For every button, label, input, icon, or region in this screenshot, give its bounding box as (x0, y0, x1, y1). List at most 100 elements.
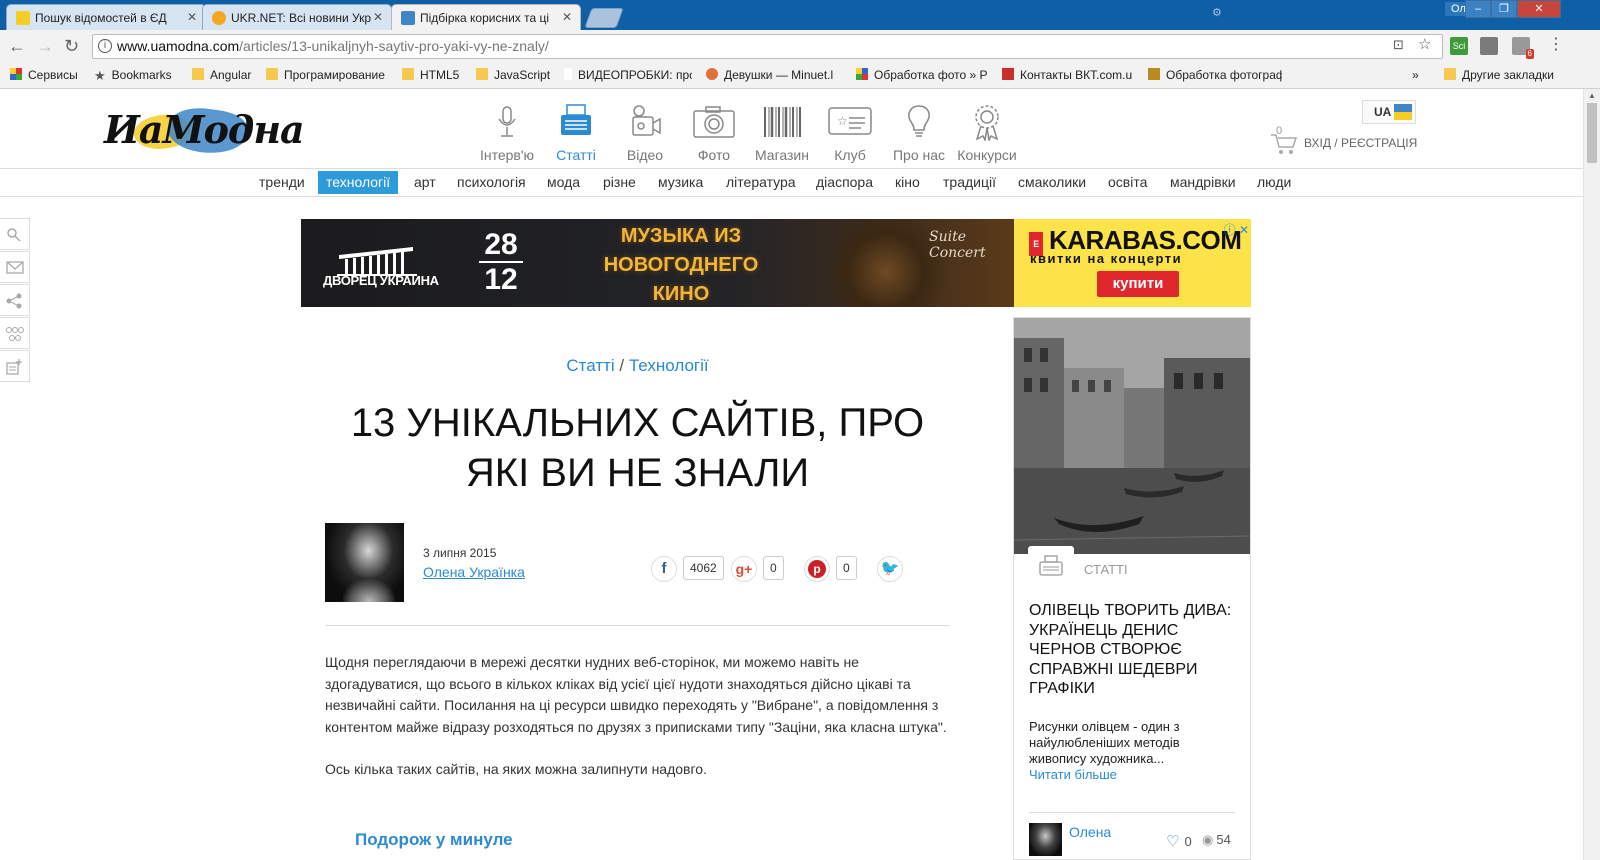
reload-icon[interactable]: ↻ (64, 36, 79, 57)
close-tab-icon[interactable]: ✕ (187, 10, 197, 24)
menu-item-photo[interactable]: Фото (679, 103, 749, 163)
banner-title: МУЗЫКА ИЗ НОВОГОДНЕГО КИНО (603, 225, 759, 305)
side-mail-button[interactable] (0, 251, 30, 283)
side-share-button[interactable] (0, 284, 30, 316)
category-literature[interactable]: література (718, 171, 804, 194)
side-network-button[interactable] (0, 317, 30, 349)
card-title[interactable]: ОЛІВЕЦЬ ТВОРИТЬ ДИВА: УКРАЇНЕЦЬ ДЕНИС ЧЕ… (1029, 601, 1239, 699)
category-cinema[interactable]: кіно (887, 171, 928, 194)
card-author-link[interactable]: Олена (1069, 824, 1111, 840)
bookmark-item[interactable]: Сервисы (10, 68, 78, 82)
breadcrumb-category[interactable]: Технології (629, 356, 709, 375)
bookmark-label: Обработка фото » Р (874, 68, 988, 82)
karabas-panel: E KARABAS.COM квитки на концерти купити (1014, 219, 1251, 307)
scroll-up-icon[interactable]: ▲ (1588, 91, 1596, 100)
card-read-more-link[interactable]: Читати більше (1029, 767, 1117, 782)
close-window-button[interactable]: ✕ (1517, 0, 1561, 18)
translate-icon[interactable]: ⊡ (1393, 37, 1404, 53)
extension-icon[interactable] (1480, 37, 1498, 55)
minimize-button[interactable]: ‒ (1465, 0, 1491, 18)
menu-icon[interactable]: ⋮ (1548, 34, 1564, 54)
forward-icon[interactable]: → (36, 36, 54, 57)
bookmarks-overflow-button[interactable]: » (1412, 68, 1419, 82)
bookmark-star-icon[interactable]: ☆ (1418, 35, 1431, 53)
karabas-buy-button[interactable]: купити (1097, 271, 1179, 297)
bookmark-item[interactable]: Обработка фотограф (1148, 68, 1282, 82)
card-divider (1029, 812, 1235, 813)
scroll-thumb[interactable] (1587, 103, 1597, 163)
author-link[interactable]: Олена Українка (423, 564, 525, 580)
maximize-button[interactable]: ❐ (1491, 0, 1517, 18)
browser-tab-active[interactable]: Підбірка корисних та ці ✕ (391, 4, 581, 30)
favicon-icon (401, 11, 415, 25)
bookmark-item[interactable]: Контакты ВКТ.com.u (1002, 68, 1134, 82)
site-info-icon[interactable]: i (98, 39, 112, 53)
menu-item-about[interactable]: Про нас (884, 103, 954, 163)
category-misc[interactable]: різне (595, 171, 644, 194)
bookmark-item[interactable]: Програмирование (266, 68, 385, 82)
close-tab-icon[interactable]: ✕ (373, 10, 383, 24)
browser-tab[interactable]: UKR.NET: Всі новини Укр ✕ (202, 4, 392, 30)
twitter-share-icon[interactable]: 🐦 (877, 556, 903, 582)
category-travel[interactable]: мандрівки (1162, 171, 1244, 194)
category-psychology[interactable]: психологія (449, 171, 534, 194)
bookmark-item[interactable]: Девушки — Minuet.l (706, 68, 842, 82)
side-search-button[interactable] (0, 218, 30, 250)
category-fashion[interactable]: мода (539, 171, 588, 194)
author-avatar[interactable] (325, 523, 404, 602)
close-tab-icon[interactable]: ✕ (562, 10, 572, 24)
bookmark-item[interactable]: ★ Bookmarks (94, 68, 172, 83)
category-music[interactable]: музика (650, 171, 711, 194)
ad-banner[interactable]: ДВОРЕЦ УКРАИНА 28 12 МУЗЫКА ИЗ НОВОГОДНЕ… (301, 219, 1251, 307)
menu-item-interviews[interactable]: Інтерв'ю (472, 103, 542, 163)
menu-label: Статті (556, 147, 596, 163)
card-likes[interactable]: ♡ 0 (1166, 832, 1192, 850)
category-food[interactable]: смаколики (1010, 171, 1094, 194)
category-education[interactable]: освіта (1100, 171, 1155, 194)
category-people[interactable]: люди (1249, 171, 1299, 194)
category-art[interactable]: арт (406, 171, 444, 194)
breadcrumb-section[interactable]: Статті (566, 356, 614, 375)
card-author-avatar[interactable] (1029, 823, 1062, 856)
menu-item-articles[interactable]: Статті (541, 103, 611, 163)
search-icon (7, 228, 21, 242)
banner-dark-panel: ДВОРЕЦ УКРАИНА 28 12 МУЗЫКА ИЗ НОВОГОДНЕ… (301, 219, 1014, 307)
category-trends[interactable]: тренди (251, 171, 313, 194)
site-logo[interactable]: ИаМодна (104, 101, 305, 165)
venice-drawing-image (1014, 318, 1250, 554)
category-traditions[interactable]: традиції (935, 171, 1004, 194)
side-add-button[interactable] (0, 350, 30, 382)
adchoices-icon[interactable]: ⓘ ✕ (1224, 221, 1249, 238)
googleplus-share-icon[interactable]: g+ (731, 556, 757, 582)
menu-item-shop[interactable]: Магазин (747, 103, 817, 163)
login-register-link[interactable]: ВХІД / РЕЄСТРАЦІЯ (1304, 136, 1417, 150)
browser-toolbar: ← → ↻ i www.uamodna.com/articles/13-unik… (0, 30, 1600, 63)
bookmark-item[interactable]: HTML5 (402, 68, 459, 82)
extension-icon[interactable]: Sci (1450, 37, 1468, 55)
pinterest-share-icon[interactable]: p (804, 556, 830, 582)
banner-date: 28 12 (479, 229, 523, 295)
card-image[interactable] (1014, 318, 1250, 554)
bookmark-label: Програмирование (284, 68, 385, 82)
bookmark-item[interactable]: JavaScript (476, 68, 550, 82)
other-bookmarks[interactable]: Другие закладки (1444, 68, 1554, 82)
menu-item-video[interactable]: Відео (610, 103, 680, 163)
address-bar[interactable]: i www.uamodna.com/articles/13-unikaljnyh… (92, 34, 1443, 59)
new-tab-button[interactable] (584, 8, 624, 28)
bookmark-item[interactable]: Angular (192, 68, 251, 82)
category-diaspora[interactable]: діаспора (808, 171, 881, 194)
menu-item-club[interactable]: ☆ Клуб (815, 103, 885, 163)
bookmark-item[interactable]: Обработка фото » Р (856, 68, 988, 82)
page-scrollbar[interactable]: ▲ (1583, 89, 1600, 860)
back-icon[interactable]: ← (8, 36, 26, 57)
related-article-card[interactable]: СТАТТІ ОЛІВЕЦЬ ТВОРИТЬ ДИВА: УКРАЇНЕЦЬ Д… (1013, 317, 1251, 860)
bookmark-item[interactable]: ВИДЕОПРОБКИ: про (564, 68, 692, 82)
cart-icon[interactable] (1270, 133, 1298, 155)
browser-tab[interactable]: Пошук відомостей в ЄД ✕ (6, 4, 206, 30)
facebook-share-icon[interactable]: f (651, 556, 677, 582)
menu-item-contests[interactable]: Конкурси (952, 103, 1022, 163)
folder-icon (1444, 68, 1456, 80)
language-switcher[interactable]: UA (1362, 100, 1416, 124)
category-technology[interactable]: технології (318, 171, 399, 194)
extension-icon[interactable]: 6 (1512, 37, 1534, 59)
